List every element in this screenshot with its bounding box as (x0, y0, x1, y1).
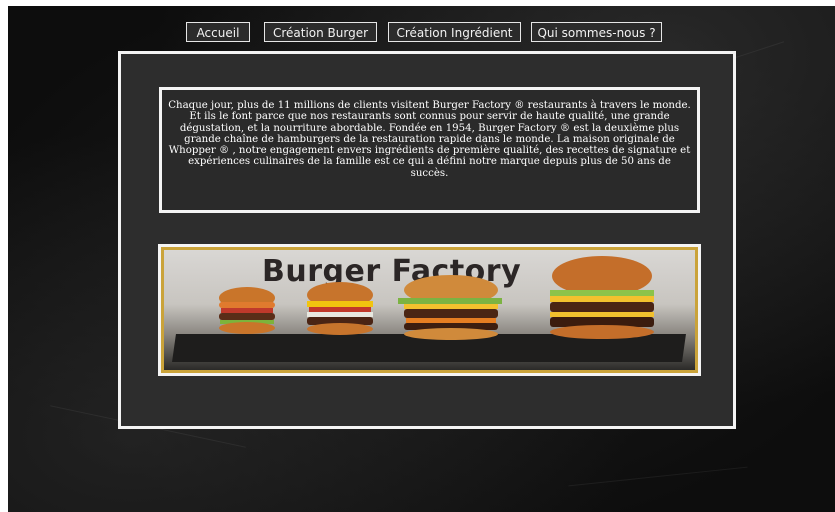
background-texture (568, 466, 748, 487)
page-background: Accueil Création Burger Création Ingrédi… (8, 6, 835, 512)
burger-banner: Burger Factory (158, 244, 701, 376)
nav-qui-sommes-nous-button[interactable]: Qui sommes-nous ? (531, 22, 662, 42)
main-content-panel: Chaque jour, plus de 11 millions de clie… (118, 51, 736, 429)
main-navigation: Accueil Création Burger Création Ingrédi… (8, 16, 835, 42)
nav-creation-ingredient-button[interactable]: Création Ingrédient (388, 22, 521, 42)
burgers-illustration (219, 256, 654, 340)
nav-accueil-button[interactable]: Accueil (186, 22, 250, 42)
burger-small (219, 287, 275, 334)
burger-xl (550, 256, 654, 339)
nav-creation-burger-button[interactable]: Création Burger (264, 22, 377, 42)
burger-banner-image: Burger Factory (164, 250, 695, 370)
about-text: Chaque jour, plus de 11 millions de clie… (168, 100, 691, 179)
burger-large (398, 275, 502, 340)
burger-medium (307, 282, 373, 335)
about-text-box: Chaque jour, plus de 11 millions de clie… (159, 87, 700, 213)
